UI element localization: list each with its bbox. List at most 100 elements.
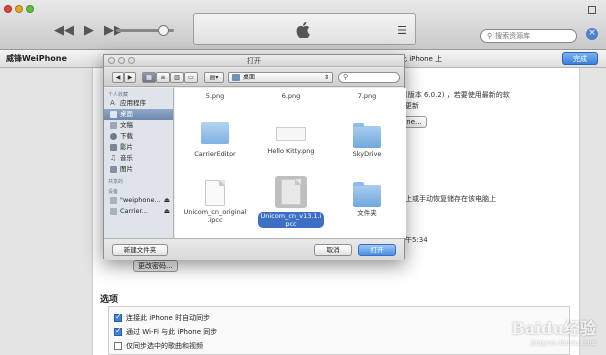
file-name: Unicom_cn_v13.1.i pcc <box>257 212 325 228</box>
window-controls <box>4 5 34 13</box>
music-icon: ♫ <box>110 154 117 162</box>
option-auto-sync[interactable]: 连接此 iPhone 时自动同步 <box>114 312 211 323</box>
arrange-button[interactable]: ▤▾ <box>204 72 224 83</box>
backup-text: 此 iPhone 上 <box>400 55 443 63</box>
fullscreen-icon[interactable] <box>588 6 596 14</box>
file-name: 文件夹 <box>357 209 377 217</box>
file-name: CarrierEditor <box>194 150 236 158</box>
location-label: 桌面 <box>243 74 256 81</box>
coverflow-view-button[interactable]: ▭ <box>184 72 198 83</box>
library-search-input[interactable]: ⚲ 搜索资源库 <box>480 29 577 43</box>
sidebar-device-carrier[interactable]: Carrier... ⏏ <box>104 206 173 217</box>
dialog-title: 打开 <box>247 57 261 65</box>
documents-icon <box>110 122 117 129</box>
desktop-folder-icon <box>232 74 240 81</box>
file-item-selected[interactable]: Unicom_cn_v13.1.i pcc <box>253 176 329 228</box>
desktop-icon <box>110 111 117 118</box>
options-list: 连接此 iPhone 时自动同步 通过 Wi-Fi 与此 iPhone 同步 仅… <box>108 306 570 355</box>
file-name: Unicom_cn_original .ipcc <box>183 208 247 224</box>
eject-icon[interactable]: ⏏ <box>164 206 170 217</box>
sidebar-item-pictures[interactable]: 图片 <box>104 164 173 175</box>
sidebar-item-music[interactable]: ♫ 音乐 <box>104 153 173 164</box>
rewind-icon[interactable]: ◀◀ <box>54 24 74 37</box>
dialog-footer: 新建文件夹 取消 打开 <box>104 238 404 260</box>
dialog-titlebar: 打开 <box>104 55 404 67</box>
volume-slider[interactable] <box>116 25 174 36</box>
dialog-search-input[interactable]: ⚲ <box>338 72 400 83</box>
file-name: 6.png <box>281 92 301 100</box>
sidebar-header-favorites: 个人收藏 <box>108 92 129 98</box>
list-icon[interactable]: ☰ <box>397 24 407 37</box>
play-icon[interactable]: ▶ <box>84 24 94 37</box>
sidebar-item-desktop[interactable]: 桌面 <box>104 109 173 120</box>
chevron-left-icon: ◀ <box>115 74 121 81</box>
close-window-button[interactable] <box>4 5 12 13</box>
file-browser: 5.png 6.png 7.png CarrierEditor Hello Ki… <box>175 88 406 238</box>
sidebar-item-label: 音乐 <box>120 154 133 162</box>
column-view-icon: ▥ <box>174 74 180 81</box>
selection-highlight <box>275 176 307 208</box>
cancel-button[interactable]: 取消 <box>314 244 352 256</box>
sidebar-device-weiphone[interactable]: "weiphone... ⏏ <box>104 195 173 206</box>
clear-search-icon[interactable]: × <box>586 28 598 40</box>
file-item[interactable]: 7.png <box>329 90 405 100</box>
device-name[interactable]: 威锋WeiPhone <box>6 53 67 64</box>
movies-icon <box>110 144 117 151</box>
apple-logo-icon <box>296 22 310 38</box>
list-view-button[interactable]: ≡ <box>156 72 170 83</box>
sidebar-item-label: "weiphone... <box>120 196 161 204</box>
new-folder-button[interactable]: 新建文件夹 <box>112 244 168 256</box>
sidebar-item-label: Carrier... <box>120 207 148 215</box>
search-placeholder: 搜索资源库 <box>495 32 531 40</box>
app-icon <box>201 122 229 144</box>
column-view-button[interactable]: ▥ <box>170 72 184 83</box>
done-button[interactable]: 完成 <box>562 52 598 65</box>
file-item[interactable]: CarrierEditor <box>177 122 253 158</box>
zoom-window-button[interactable] <box>26 5 34 13</box>
location-popup[interactable]: 桌面 ⇕ <box>228 72 333 83</box>
watermark-text: Baidu经验 <box>511 319 596 338</box>
option-wifi-sync[interactable]: 通过 Wi-Fi 与此 iPhone 同步 <box>114 326 217 337</box>
search-icon: ⚲ <box>343 73 349 81</box>
file-item[interactable]: 6.png <box>253 90 329 100</box>
version-text: (版本 6.0.2) ，若要使用最新的软 <box>405 91 510 99</box>
option-checked-only[interactable]: 仅同步选中的歌曲和视频 <box>114 341 203 351</box>
icon-view-button[interactable]: ▦ <box>142 72 156 83</box>
open-button[interactable]: 打开 <box>358 244 396 256</box>
file-item[interactable]: SkyDrive <box>329 123 405 158</box>
file-item[interactable]: 5.png <box>177 90 253 100</box>
option-label: 连接此 iPhone 时自动同步 <box>126 314 211 322</box>
sidebar-item-documents[interactable]: 文稿 <box>104 120 173 131</box>
sidebar-item-applications[interactable]: A 应用程序 <box>104 98 173 109</box>
checked-only-checkbox[interactable] <box>114 342 122 350</box>
sidebar-item-label: 文稿 <box>120 121 133 129</box>
updown-arrow-icon: ⇕ <box>323 74 329 81</box>
chevron-right-icon: ▶ <box>127 74 133 81</box>
folder-icon <box>353 123 381 148</box>
backup-description-text: 上或手动恢复储存在该电脑上 <box>405 195 496 203</box>
sidebar-item-label: 影片 <box>120 143 133 151</box>
change-password-button[interactable]: 更改密码... <box>133 260 178 272</box>
file-name: Hello Kitty.png <box>267 147 315 155</box>
wifi-sync-checkbox[interactable] <box>114 326 122 336</box>
auto-sync-checkbox[interactable] <box>114 312 122 322</box>
baidu-watermark: Baidu经验 jingyan.baidu.com <box>511 315 596 347</box>
disk-icon <box>110 197 117 204</box>
sidebar-item-movies[interactable]: 影片 <box>104 142 173 153</box>
file-item[interactable]: Hello Kitty.png <box>253 122 329 155</box>
folder-icon <box>353 182 381 207</box>
file-item[interactable]: Unicom_cn_original .ipcc <box>177 180 253 224</box>
applications-icon: A <box>110 99 115 107</box>
minimize-window-button[interactable] <box>15 5 23 13</box>
forward-button[interactable]: ▶ <box>124 72 136 83</box>
dialog-sidebar: 个人收藏 A 应用程序 桌面 文稿 下载 影片 ♫ 音乐 图片 共享的 设备 "… <box>104 88 174 238</box>
list-view-icon: ≡ <box>160 74 166 81</box>
eject-icon[interactable]: ⏏ <box>164 195 170 206</box>
back-button[interactable]: ◀ <box>112 72 124 83</box>
file-name: 7.png <box>357 92 377 100</box>
file-item[interactable]: 文件夹 <box>329 182 405 217</box>
options-heading: 选项 <box>100 295 119 305</box>
volume-knob[interactable] <box>158 25 169 36</box>
sidebar-item-downloads[interactable]: 下载 <box>104 131 173 142</box>
dialog-toolbar: ◀ ▶ ▦ ≡ ▥ ▭ ▤▾ 桌面 ⇕ ⚲ <box>104 68 404 87</box>
